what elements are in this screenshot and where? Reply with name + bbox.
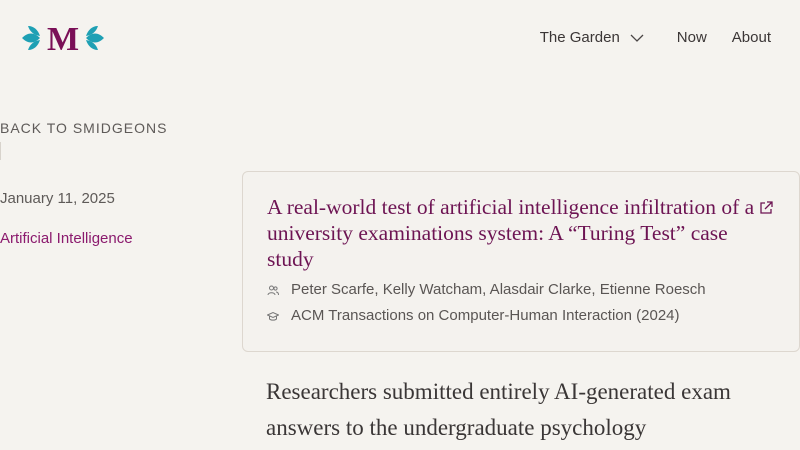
logo-letter: M: [47, 21, 79, 56]
paper-venue: ACM Transactions on Computer-Human Inter…: [291, 307, 680, 324]
paper-authors: Peter Scarfe, Kelly Watcham, Alasdair Cl…: [291, 281, 706, 298]
category-link[interactable]: Artificial Intelligence: [0, 230, 133, 247]
divider: [0, 142, 1, 160]
site-logo[interactable]: M: [20, 20, 106, 56]
leaf-right-icon: [86, 26, 104, 50]
post-date: January 11, 2025: [0, 190, 115, 207]
main-nav: The Garden Now About: [540, 29, 771, 46]
back-to-smidgeons-link[interactable]: BACK TO SMIDGEONS: [0, 120, 167, 136]
users-icon: [267, 285, 279, 295]
graduation-cap-icon: [267, 311, 279, 321]
external-link-icon[interactable]: [759, 201, 773, 215]
nav-the-garden-label: The Garden: [539, 29, 620, 46]
chevron-down-icon: [630, 34, 644, 42]
paper-card: A real-world test of artificial intellig…: [242, 171, 800, 352]
nav-now[interactable]: Now: [677, 29, 707, 46]
paper-authors-row: Peter Scarfe, Kelly Watcham, Alasdair Cl…: [267, 281, 775, 298]
paper-title[interactable]: A real-world test of artificial intellig…: [267, 194, 755, 272]
nav-now-label: Now: [676, 29, 707, 46]
nav-the-garden[interactable]: The Garden: [540, 29, 644, 46]
nav-about-label: About: [731, 29, 771, 46]
paper-venue-row: ACM Transactions on Computer-Human Inter…: [267, 307, 775, 324]
article-lede: Researchers submitted entirely AI-genera…: [266, 379, 731, 440]
leaf-left-icon: [22, 26, 40, 50]
nav-about[interactable]: About: [732, 29, 771, 46]
